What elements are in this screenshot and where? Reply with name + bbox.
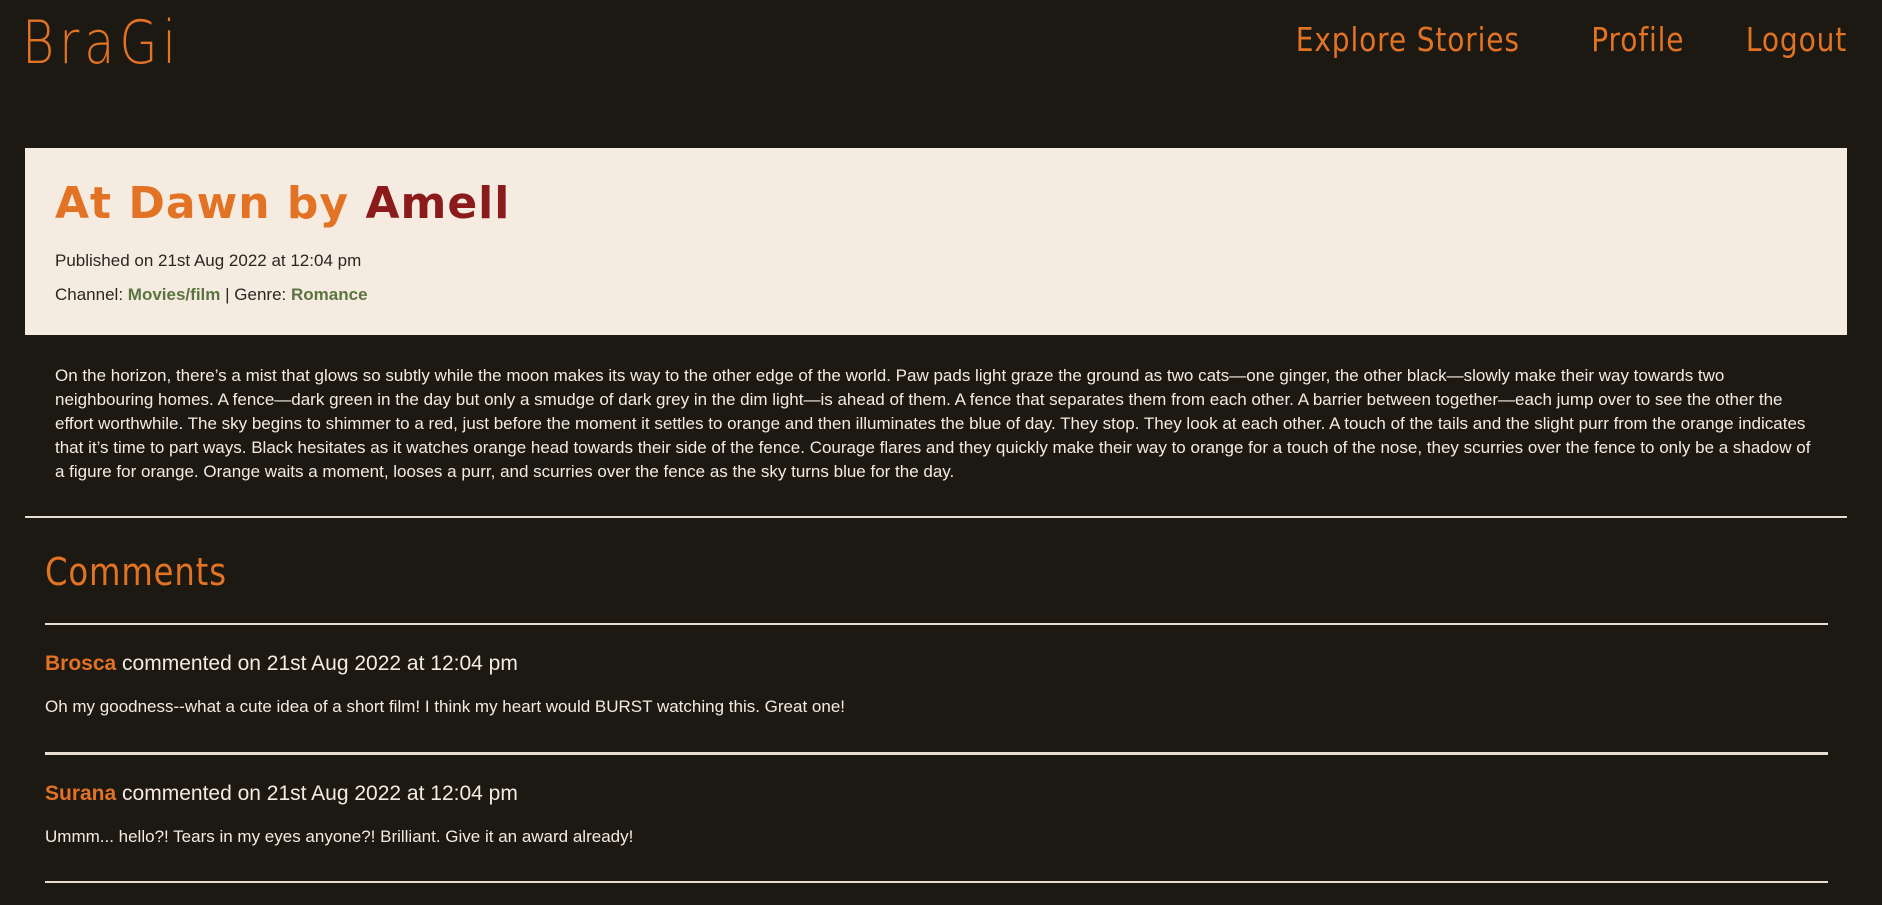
- story-title: At Dawn by Amell: [55, 178, 1817, 230]
- main-nav: Explore Stories Profile Logout: [1276, 20, 1856, 59]
- nav-explore-stories[interactable]: Explore Stories: [1296, 20, 1520, 59]
- published-date: Published on 21st Aug 2022 at 12:04 pm: [55, 251, 362, 270]
- comment-user[interactable]: Surana: [45, 782, 116, 805]
- header: BraGi Explore Stories Profile Logout: [0, 0, 1882, 120]
- story-title-text: At Dawn: [55, 178, 271, 229]
- comment-user[interactable]: Brosca: [45, 652, 116, 675]
- comment-header: Brosca commented on 21st Aug 2022 at 12:…: [45, 652, 518, 676]
- channel-link[interactable]: Movies/film: [128, 285, 221, 304]
- comment-meta: commented on 21st Aug 2022 at 12:04 pm: [122, 782, 518, 805]
- nav-profile[interactable]: Profile: [1592, 20, 1685, 59]
- genre-label: Genre:: [234, 285, 287, 304]
- comment-divider: [45, 752, 1828, 755]
- story-divider: [25, 516, 1847, 518]
- channel-label: Channel:: [55, 285, 124, 304]
- comment-text: Ummm... hello?! Tears in my eyes anyone?…: [45, 827, 634, 846]
- logo[interactable]: BraGi: [22, 8, 181, 78]
- comments-heading: Comments: [45, 550, 227, 594]
- story-tags: Channel: Movies/film | Genre: Romance: [55, 278, 1817, 312]
- comment-meta: commented on 21st Aug 2022 at 12:04 pm: [122, 652, 518, 675]
- comment-divider: [45, 881, 1828, 883]
- story-author[interactable]: Amell: [365, 178, 510, 229]
- story-body: On the horizon, there’s a mist that glow…: [55, 366, 1811, 481]
- comment-divider: [45, 623, 1828, 625]
- genre-link[interactable]: Romance: [291, 285, 368, 304]
- comment-text: Oh my goodness--what a cute idea of a sh…: [45, 697, 845, 716]
- comment-header: Surana commented on 21st Aug 2022 at 12:…: [45, 782, 518, 806]
- story-by: by: [286, 178, 350, 229]
- story-header: At Dawn by Amell Published on 21st Aug 2…: [25, 148, 1847, 335]
- tag-separator: |: [225, 285, 230, 304]
- nav-logout[interactable]: Logout: [1746, 20, 1847, 59]
